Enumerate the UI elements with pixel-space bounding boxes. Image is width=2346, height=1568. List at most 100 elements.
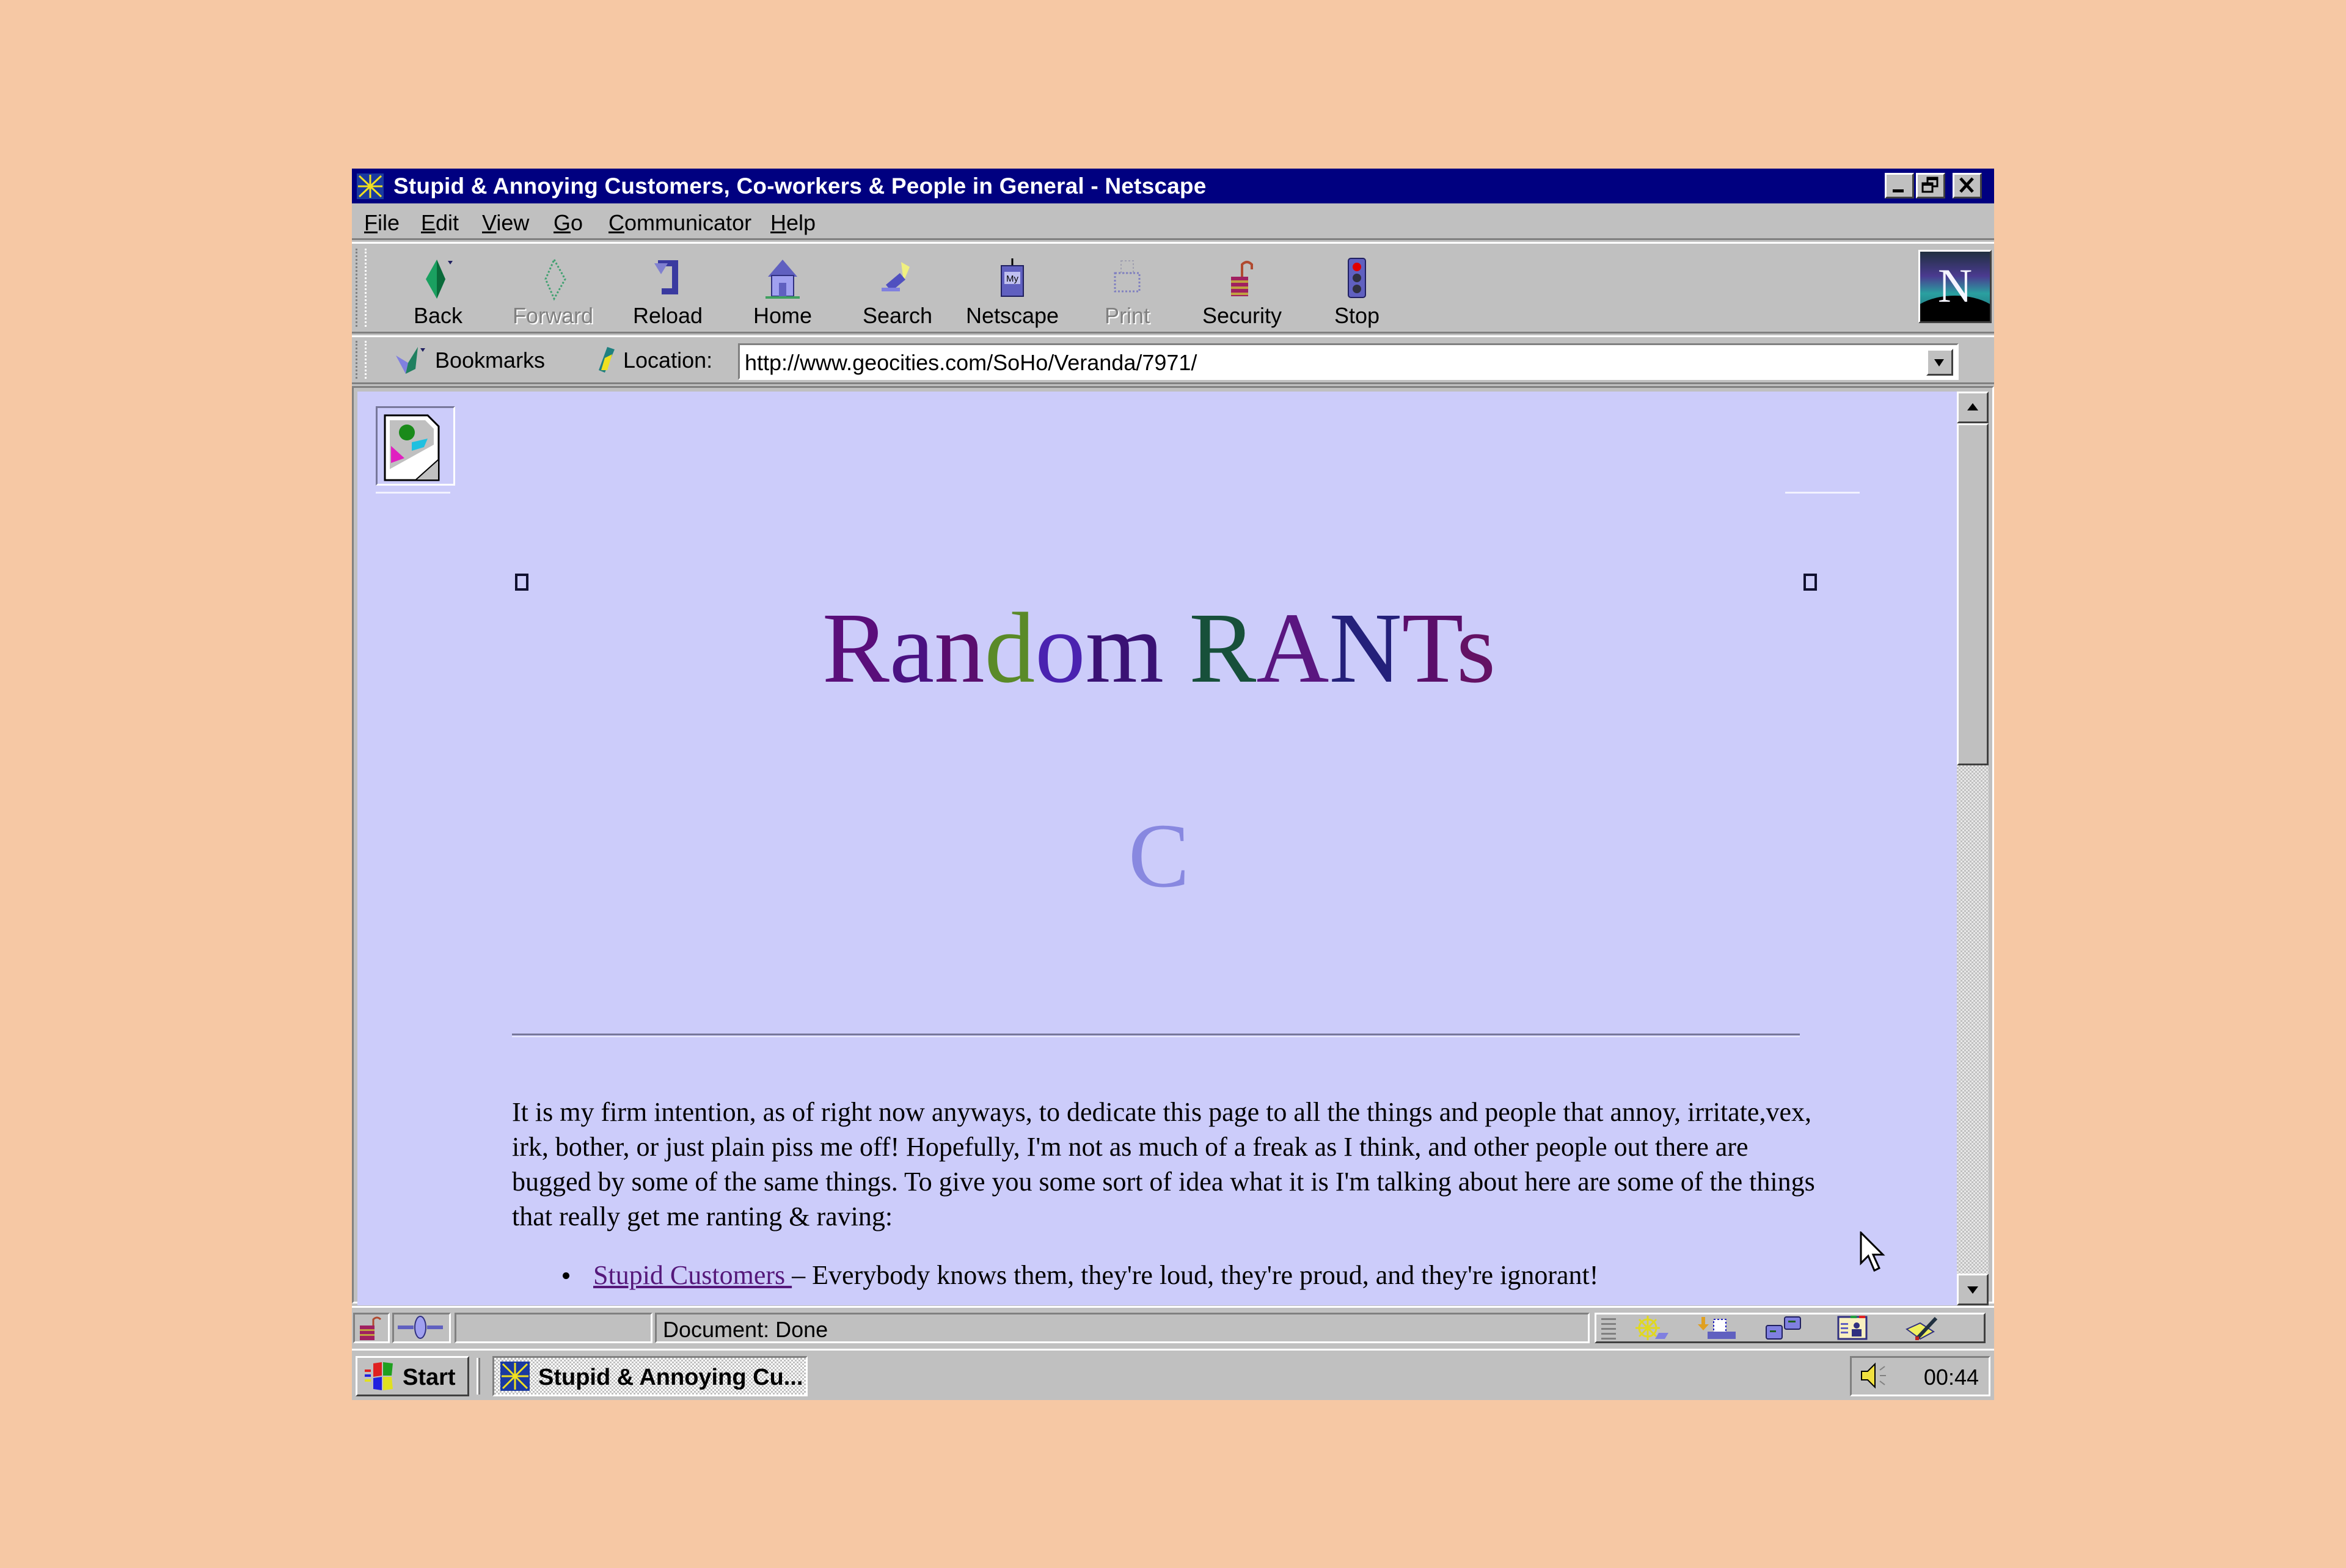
stop-button[interactable]: Stop bbox=[1305, 249, 1409, 328]
heading-letter: m bbox=[1085, 592, 1164, 704]
heading-letter: s bbox=[1456, 592, 1496, 704]
home-button[interactable]: Home bbox=[731, 249, 835, 328]
close-icon bbox=[1959, 177, 1974, 193]
location-toolbar-grip[interactable] bbox=[356, 341, 367, 379]
location-label: Location: bbox=[623, 348, 713, 373]
bookmarks-button[interactable]: Bookmarks bbox=[435, 348, 545, 373]
svg-text:N: N bbox=[1938, 259, 1972, 312]
heading-letter: N bbox=[1329, 592, 1402, 704]
minimize-button[interactable] bbox=[1885, 173, 1914, 199]
reload-icon bbox=[654, 260, 678, 294]
back-button[interactable]: Back bbox=[386, 249, 490, 328]
toolbar-grip[interactable] bbox=[356, 249, 367, 327]
url-history-dropdown-button[interactable] bbox=[1926, 349, 1953, 376]
web-page: Random RANTs C It is my firm intention, … bbox=[357, 392, 1960, 1305]
stupid-customers-link[interactable]: Stupid Customers bbox=[593, 1260, 792, 1290]
broken-image-icon bbox=[384, 414, 440, 481]
online-plug-icon bbox=[398, 1316, 443, 1339]
search-flashlight-icon bbox=[882, 262, 910, 292]
bullet bbox=[563, 1272, 569, 1279]
progress-panel bbox=[455, 1313, 652, 1343]
scrollbar-thumb[interactable] bbox=[1957, 423, 1989, 765]
list-item: Stupid Customers – Everybody knows them,… bbox=[512, 1258, 1948, 1293]
component-bar-grip-icon[interactable] bbox=[1599, 1315, 1623, 1341]
forward-arrow-icon bbox=[544, 257, 566, 301]
netscape-logo-button[interactable]: N bbox=[1918, 250, 1992, 323]
vertical-scrollbar[interactable] bbox=[1957, 392, 1989, 1305]
arrow-up-icon bbox=[1967, 403, 1978, 410]
content-frame: Random RANTs C It is my firm intention, … bbox=[352, 386, 1994, 1305]
mouse-pointer-icon bbox=[1860, 1231, 1885, 1272]
status-bar: Document: Done bbox=[352, 1306, 1994, 1347]
heading-letter bbox=[1164, 592, 1189, 704]
menu-view[interactable]: View bbox=[482, 211, 529, 235]
scroll-down-button[interactable] bbox=[1957, 1274, 1989, 1305]
heading-letter: o bbox=[1035, 592, 1086, 704]
title-bar[interactable]: Stupid & Annoying Customers, Co-workers … bbox=[352, 169, 1994, 203]
rant-list: Stupid Customers – Everybody knows them,… bbox=[512, 1258, 1948, 1293]
search-button[interactable]: Search bbox=[846, 249, 949, 328]
broken-image-placeholder[interactable] bbox=[376, 406, 455, 486]
heading-letter: a bbox=[889, 592, 935, 704]
menu-help[interactable]: Help bbox=[770, 211, 816, 235]
forward-button[interactable]: Forward bbox=[501, 249, 605, 328]
menu-communicator[interactable]: Communicator bbox=[608, 211, 751, 235]
menu-bar: File Edit View Go Communicator Help bbox=[352, 203, 1994, 240]
taskbar-item-netscape[interactable]: Stupid & Annoying Cu... bbox=[492, 1356, 808, 1396]
clock[interactable]: 00:44 bbox=[1924, 1365, 1979, 1390]
page-proxy-icon[interactable] bbox=[596, 346, 618, 375]
close-button[interactable] bbox=[1953, 173, 1982, 199]
menu-file[interactable]: File bbox=[364, 211, 400, 235]
minimize-icon bbox=[1893, 189, 1904, 192]
system-tray: 00:44 bbox=[1850, 1356, 1990, 1396]
navigation-toolbar: Back Forward Reload Home Search My Netsc… bbox=[352, 242, 1994, 334]
my-netscape-icon: My bbox=[1001, 258, 1024, 297]
bookmarks-icon[interactable] bbox=[393, 345, 428, 376]
security-button[interactable]: Security bbox=[1190, 249, 1294, 328]
drop-cap-letter: C bbox=[1128, 805, 1190, 906]
stop-traffic-light-icon bbox=[1348, 258, 1366, 298]
chevron-down-icon bbox=[1934, 359, 1944, 366]
reload-button[interactable]: Reload bbox=[616, 249, 720, 328]
arrow-down-icon bbox=[1967, 1286, 1978, 1294]
netscape-button[interactable]: My Netscape bbox=[960, 249, 1064, 328]
horizontal-rule bbox=[512, 1034, 1800, 1037]
component-bar bbox=[1595, 1313, 1986, 1343]
intro-paragraph: It is my firm intention, as of right now… bbox=[512, 1097, 1815, 1231]
taskbar-separator bbox=[477, 1358, 480, 1395]
list-item-description: – Everybody knows them, they're loud, th… bbox=[792, 1260, 1599, 1290]
netscape-window: Stupid & Annoying Customers, Co-workers … bbox=[352, 169, 1994, 1400]
back-arrow-icon bbox=[426, 260, 453, 299]
netscape-app-icon bbox=[357, 173, 384, 199]
connection-status-panel[interactable] bbox=[392, 1313, 451, 1343]
inbox-icon[interactable] bbox=[1693, 1315, 1742, 1341]
page-heading-random-rants: Random RANTs bbox=[357, 593, 1960, 703]
composer-icon[interactable] bbox=[1902, 1315, 1945, 1341]
address-book-icon[interactable] bbox=[1832, 1315, 1875, 1341]
windows-logo-icon bbox=[365, 1362, 393, 1390]
discussions-icon[interactable] bbox=[1760, 1315, 1809, 1341]
scroll-up-button[interactable] bbox=[1957, 392, 1989, 423]
small-rule-right bbox=[1785, 492, 1860, 494]
status-text-panel: Document: Done bbox=[655, 1313, 1590, 1343]
heading-letter: T bbox=[1401, 592, 1456, 704]
restore-button[interactable] bbox=[1916, 173, 1945, 199]
navigator-icon[interactable] bbox=[1631, 1315, 1673, 1341]
start-button[interactable]: Start bbox=[356, 1356, 469, 1396]
print-button[interactable]: Print bbox=[1075, 249, 1179, 328]
volume-speaker-icon[interactable] bbox=[1858, 1359, 1895, 1392]
padlock-open-icon bbox=[1231, 261, 1253, 296]
printer-icon bbox=[1114, 260, 1141, 293]
netscape-app-icon bbox=[500, 1362, 530, 1391]
menu-go[interactable]: Go bbox=[554, 211, 583, 235]
menu-edit[interactable]: Edit bbox=[421, 211, 459, 235]
location-url-input[interactable]: http://www.geocities.com/SoHo/Veranda/79… bbox=[738, 343, 1959, 380]
table-anchor-left bbox=[515, 574, 528, 591]
security-status-panel[interactable] bbox=[353, 1313, 390, 1343]
heading-letter: A bbox=[1256, 592, 1329, 704]
home-icon bbox=[766, 260, 800, 299]
window-title: Stupid & Annoying Customers, Co-workers … bbox=[393, 173, 1207, 199]
location-toolbar: Bookmarks Location: http://www.geocities… bbox=[352, 335, 1994, 384]
heading-letter: R bbox=[1189, 592, 1257, 704]
windows-taskbar: Start Stupid & Annoying Cu... 00:44 bbox=[352, 1349, 1994, 1400]
